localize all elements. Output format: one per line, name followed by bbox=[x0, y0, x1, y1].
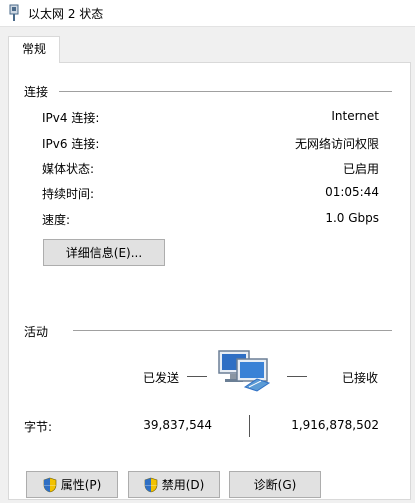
bytes-separator bbox=[249, 415, 250, 437]
details-button-label: 详细信息(E)... bbox=[65, 246, 143, 260]
received-dash bbox=[287, 376, 307, 377]
window-title: 以太网 2 状态 bbox=[28, 7, 104, 21]
activity-divider bbox=[73, 330, 392, 331]
disable-button[interactable]: 禁用(D) bbox=[128, 471, 220, 498]
sent-dash bbox=[187, 376, 207, 377]
uac-shield-icon bbox=[144, 477, 157, 492]
bytes-received-value: 1,916,878,502 bbox=[291, 418, 379, 432]
media-state-label: 媒体状态: bbox=[42, 162, 95, 176]
ipv4-value: Internet bbox=[331, 109, 379, 123]
bytes-sent-value: 39,837,544 bbox=[143, 418, 212, 432]
duration-label: 持续时间: bbox=[42, 187, 95, 201]
network-adapter-icon bbox=[9, 4, 19, 21]
network-computers-icon bbox=[218, 350, 271, 392]
title-bar[interactable]: 以太网 2 状态 bbox=[0, 0, 415, 27]
tab-general-label: 常规 bbox=[21, 42, 46, 56]
diagnose-button-label: 诊断(G) bbox=[253, 478, 297, 492]
bytes-label: 字节: bbox=[24, 420, 53, 434]
properties-button[interactable]: 属性(P) bbox=[26, 471, 118, 498]
details-button[interactable]: 详细信息(E)... bbox=[43, 239, 165, 266]
media-state-value: 已启用 bbox=[342, 162, 379, 176]
uac-shield-icon bbox=[43, 477, 56, 492]
general-panel: 连接 IPv4 连接: Internet IPv6 连接: 无网络访问权限 媒体… bbox=[8, 62, 411, 500]
duration-value: 01:05:44 bbox=[325, 185, 379, 199]
ipv6-label: IPv6 连接: bbox=[42, 137, 100, 151]
received-label: 已接收 bbox=[342, 371, 379, 385]
speed-label: 速度: bbox=[42, 213, 71, 227]
sent-label: 已发送 bbox=[143, 371, 180, 385]
connection-divider bbox=[59, 91, 392, 92]
connection-section-label: 连接 bbox=[24, 85, 49, 99]
speed-value: 1.0 Gbps bbox=[325, 211, 379, 225]
ipv4-label: IPv4 连接: bbox=[42, 111, 100, 125]
tab-general[interactable]: 常规 bbox=[8, 36, 60, 63]
properties-button-label: 属性(P) bbox=[60, 478, 102, 492]
disable-button-label: 禁用(D) bbox=[161, 478, 205, 492]
diagnose-button[interactable]: 诊断(G) bbox=[229, 471, 321, 498]
activity-section-label: 活动 bbox=[24, 325, 49, 339]
ipv6-value: 无网络访问权限 bbox=[294, 137, 379, 151]
